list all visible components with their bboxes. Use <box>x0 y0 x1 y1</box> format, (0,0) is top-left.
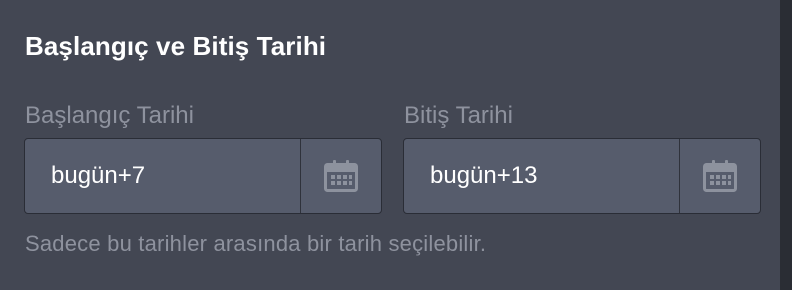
start-date-calendar-button[interactable] <box>300 139 381 213</box>
end-date-input[interactable]: bugün+13 <box>404 139 679 213</box>
calendar-icon <box>703 160 737 192</box>
end-date-calendar-button[interactable] <box>679 139 760 213</box>
start-date-field: bugün+7 <box>24 138 382 214</box>
date-range-hint: Sadece bu tarihler arasında bir tarih se… <box>25 231 487 256</box>
right-edge-strip <box>780 0 792 290</box>
end-date-label: Bitiş Tarihi <box>404 102 513 129</box>
end-date-field: bugün+13 <box>403 138 761 214</box>
date-range-panel: Başlangıç ve Bitiş Tarihi Başlangıç Tari… <box>0 0 780 290</box>
calendar-icon <box>324 160 358 192</box>
start-date-input[interactable]: bugün+7 <box>25 139 300 213</box>
section-title: Başlangıç ve Bitiş Tarihi <box>25 31 327 61</box>
start-date-label: Başlangıç Tarihi <box>25 102 194 129</box>
